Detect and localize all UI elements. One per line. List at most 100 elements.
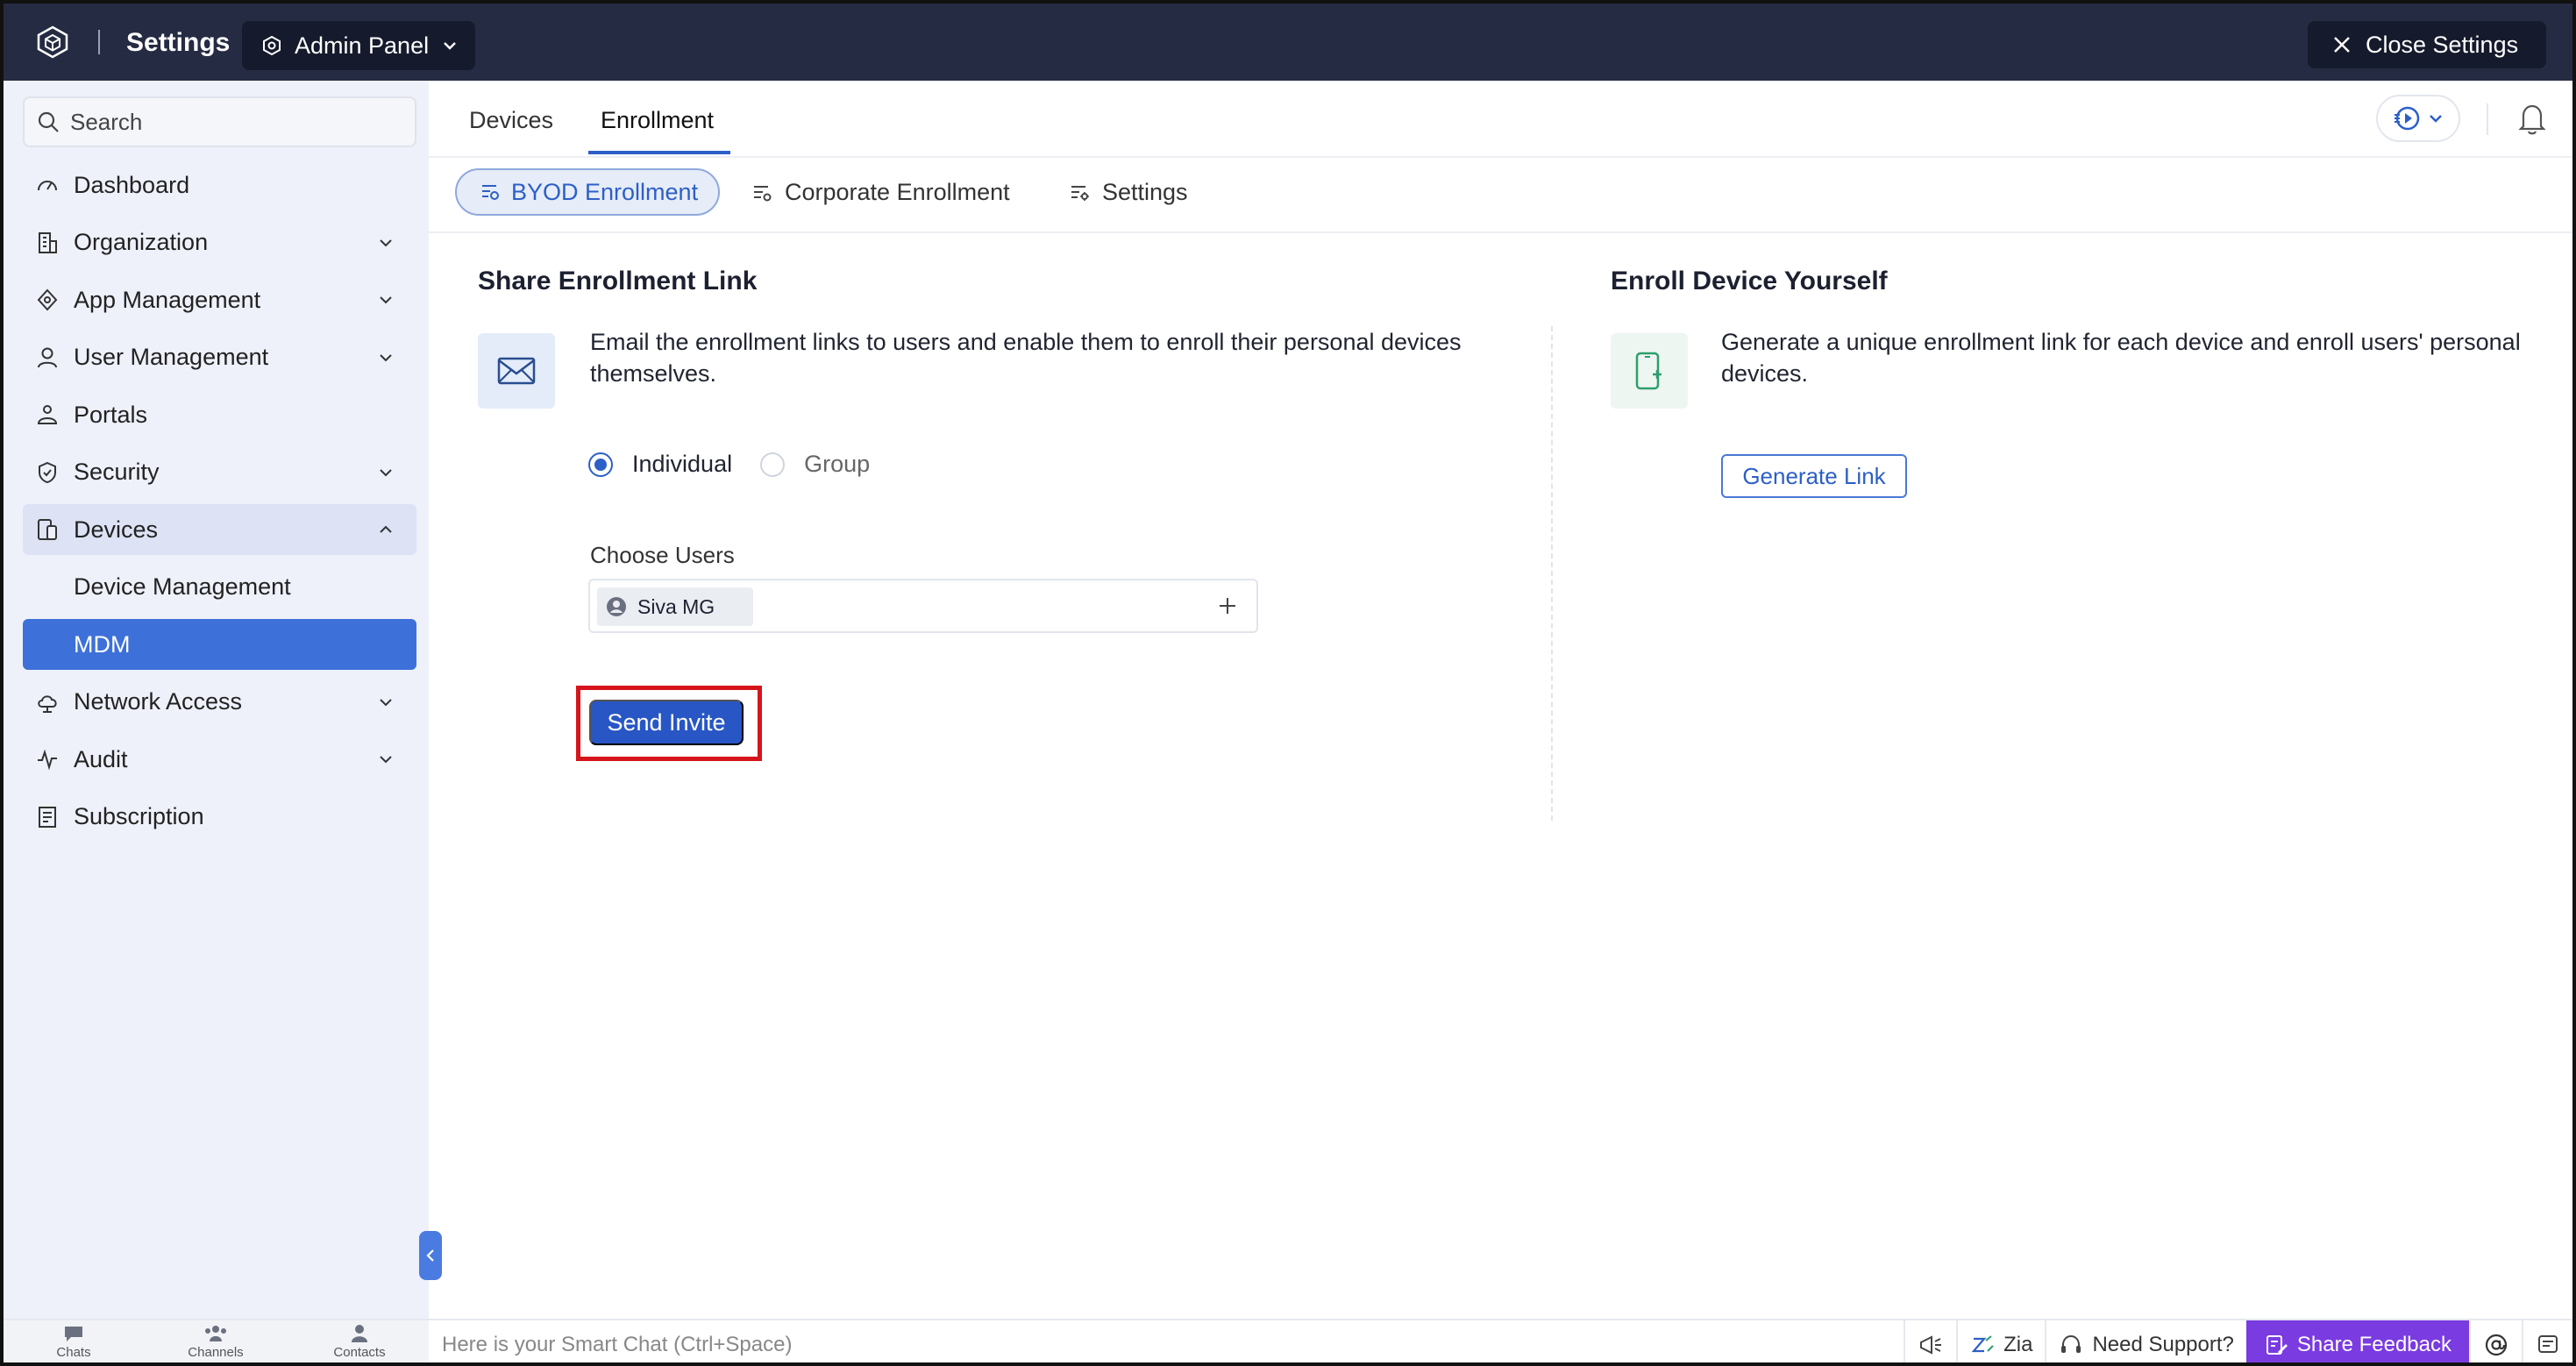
group-icon [203, 1324, 229, 1343]
envelope-icon [478, 333, 555, 409]
subtab-label: Settings [1102, 179, 1188, 205]
list-settings-icon [751, 182, 772, 203]
bottom-nav-chats[interactable]: Chats [21, 1324, 126, 1360]
sidebar-item-device-management[interactable]: Device Management [23, 562, 416, 613]
sidebar-item-label: Dashboard [74, 171, 190, 198]
megaphone-icon [1918, 1334, 1944, 1356]
chevron-down-icon [378, 235, 394, 251]
sidebar-item-app-management[interactable]: App Management [23, 274, 416, 325]
user-chip-label: Siva MG [637, 594, 715, 618]
choose-users-field[interactable]: Siva MG [588, 579, 1258, 633]
user-icon [35, 345, 60, 370]
devices-icon [35, 517, 60, 542]
chat-bubble-icon [62, 1324, 85, 1343]
chat-settings-button[interactable] [2522, 1320, 2572, 1362]
user-chip[interactable]: Siva MG [597, 587, 753, 626]
sidebar-item-mdm[interactable]: MDM [23, 619, 416, 670]
announcement-button[interactable] [1904, 1320, 1956, 1362]
sidebar-item-organization[interactable]: Organization [23, 217, 416, 268]
zia-icon [1970, 1334, 1995, 1356]
shield-icon [35, 460, 60, 485]
subtab-byod-enrollment[interactable]: BYOD Enrollment [455, 168, 720, 216]
chevron-down-icon [378, 751, 394, 767]
choose-users-label: Choose Users [590, 542, 735, 568]
sidebar-item-security[interactable]: Security [23, 447, 416, 498]
bottom-nav-contacts[interactable]: Contacts [307, 1324, 412, 1360]
notification-bell-icon[interactable] [2516, 102, 2548, 135]
search-input[interactable] [70, 108, 403, 136]
add-user-icon[interactable] [1216, 594, 1239, 617]
tab-bar: Devices Enrollment [429, 81, 2572, 158]
sidebar-item-devices[interactable]: Devices [23, 504, 416, 555]
generate-link-button[interactable]: Generate Link [1721, 454, 1907, 498]
chat-list-icon [2536, 1333, 2560, 1357]
sidebar-item-audit[interactable]: Audit [23, 734, 416, 785]
bottom-nav-channels[interactable]: Channels [163, 1324, 268, 1360]
admin-panel-label: Admin Panel [295, 32, 430, 59]
sidebar-item-label: Audit [74, 745, 128, 772]
tab-enrollment[interactable]: Enrollment [601, 107, 714, 134]
close-settings-button[interactable]: Close Settings [2308, 21, 2546, 68]
need-support-button[interactable]: Need Support? [2045, 1320, 2245, 1362]
sidebar-nav: Dashboard Organization App Management Us… [23, 160, 416, 849]
share-feedback-label: Share Feedback [2296, 1333, 2451, 1356]
dashboard-icon [35, 173, 60, 197]
sidebar-item-dashboard[interactable]: Dashboard [23, 160, 416, 210]
subtab-settings[interactable]: Settings [1069, 179, 1188, 206]
admin-panel-dropdown[interactable]: Admin Panel [242, 21, 475, 70]
cloud-icon [35, 690, 60, 715]
chevron-up-icon [378, 522, 394, 537]
sidebar-item-subscription[interactable]: Subscription [23, 792, 416, 843]
sidebar: Dashboard Organization App Management Us… [4, 81, 429, 1319]
title-divider [98, 30, 100, 54]
zia-button[interactable]: Zia [1956, 1320, 2045, 1362]
subtab-label: Corporate Enrollment [785, 179, 1010, 205]
hexagon-gear-icon [261, 35, 282, 56]
zia-label: Zia [2003, 1333, 2033, 1356]
sidebar-item-label: User Management [74, 344, 269, 370]
enroll-self-description-line: Generate a unique enrollment link for ea… [1721, 329, 2521, 355]
sidebar-item-label: Portals [74, 401, 148, 428]
sidebar-item-user-management[interactable]: User Management [23, 332, 416, 383]
bottom-nav-label: Channels [188, 1345, 244, 1360]
app-title: Settings [126, 28, 231, 57]
radio-group[interactable] [760, 452, 786, 477]
headset-icon [2059, 1334, 2083, 1356]
close-icon [2332, 35, 2352, 54]
bottom-bar: Chats Channels Contacts Here is your Sma… [4, 1319, 2572, 1362]
app-window: Settings Admin Panel Close Settings Dash… [0, 0, 2576, 1366]
play-menu-button[interactable] [2376, 95, 2460, 142]
need-support-label: Need Support? [2092, 1333, 2234, 1356]
search-box[interactable] [23, 96, 416, 147]
app-management-icon [35, 288, 60, 312]
at-sign-icon [2483, 1332, 2509, 1358]
main-content: Devices Enrollment BYOD Enrollment Corpo… [429, 81, 2572, 1319]
chevron-down-icon [378, 465, 394, 480]
sidebar-item-label: Device Management [74, 573, 291, 600]
enroll-self-title: Enroll Device Yourself [1611, 267, 1888, 295]
radio-individual-label: Individual [632, 451, 733, 477]
sidebar-item-label: Network Access [74, 688, 243, 715]
sidebar-item-portals[interactable]: Portals [23, 389, 416, 440]
active-tab-indicator [588, 151, 730, 154]
subtab-label: BYOD Enrollment [511, 178, 699, 205]
chevron-down-icon [378, 350, 394, 366]
mention-button[interactable] [2469, 1320, 2522, 1362]
share-feedback-button[interactable]: Share Feedback [2245, 1320, 2469, 1362]
tab-devices[interactable]: Devices [469, 107, 553, 134]
section-divider [1551, 326, 1553, 821]
sidebar-item-label: MDM [74, 630, 131, 658]
sidebar-item-network-access[interactable]: Network Access [23, 677, 416, 728]
app-logo-icon [35, 25, 70, 60]
subtab-corporate-enrollment[interactable]: Corporate Enrollment [751, 179, 1010, 206]
enroll-self-description: Generate a unique enrollment link for ea… [1721, 326, 2521, 389]
list-gear-icon [1069, 182, 1090, 203]
radio-individual[interactable] [588, 452, 613, 477]
play-circle-icon [2393, 104, 2421, 132]
search-icon [37, 110, 60, 133]
send-invite-button[interactable]: Send Invite [589, 700, 744, 745]
organization-icon [35, 231, 60, 255]
smart-chat-input[interactable]: Here is your Smart Chat (Ctrl+Space) [442, 1333, 792, 1357]
share-enrollment-title: Share Enrollment Link [478, 267, 758, 295]
bottom-nav-label: Contacts [333, 1345, 386, 1360]
